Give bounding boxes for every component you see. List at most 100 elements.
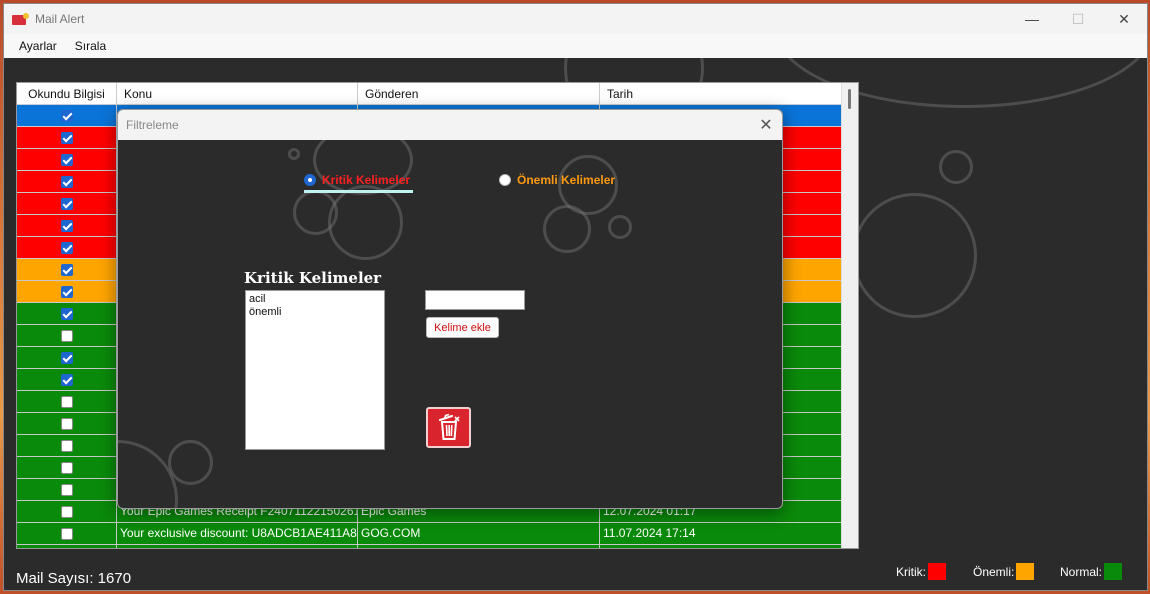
radio-important-words[interactable]: Önemli Kelimeler bbox=[499, 173, 615, 187]
read-checkbox[interactable] bbox=[60, 241, 73, 254]
trash-icon bbox=[438, 413, 460, 440]
read-checkbox-cell[interactable] bbox=[17, 479, 117, 500]
read-checkbox[interactable] bbox=[60, 219, 73, 232]
read-checkbox-cell[interactable] bbox=[17, 237, 117, 258]
background-circle bbox=[118, 440, 178, 508]
column-header-subject[interactable]: Konu bbox=[117, 83, 358, 105]
dialog-title: Filtreleme bbox=[126, 118, 179, 132]
legend-label: Kritik: bbox=[896, 564, 926, 579]
read-checkbox-cell[interactable] bbox=[17, 523, 117, 544]
date-cell[interactable]: 11.07.2024 17:14 bbox=[600, 523, 842, 544]
read-checkbox[interactable] bbox=[60, 417, 73, 430]
menu-sirala[interactable]: Sırala bbox=[66, 39, 115, 53]
read-checkbox[interactable] bbox=[60, 373, 73, 386]
read-checkbox[interactable] bbox=[60, 263, 73, 276]
keyword-list[interactable]: acil önemli bbox=[245, 290, 385, 450]
table-row[interactable]: Your exclusive discount: U8ADCB1AE411A8F… bbox=[17, 523, 842, 545]
read-checkbox-cell[interactable] bbox=[17, 391, 117, 412]
legend-critical: Kritik: bbox=[896, 563, 946, 580]
grid-scrollbar[interactable] bbox=[841, 83, 858, 548]
legend-swatch bbox=[1104, 563, 1123, 580]
selection-underline bbox=[304, 190, 413, 193]
read-checkbox[interactable] bbox=[60, 175, 73, 188]
background-circle bbox=[168, 440, 213, 485]
read-checkbox-cell[interactable] bbox=[17, 545, 117, 548]
radio-important-label: Önemli Kelimeler bbox=[517, 173, 616, 187]
date-cell[interactable] bbox=[600, 545, 842, 548]
read-checkbox-cell[interactable] bbox=[17, 347, 117, 368]
read-checkbox-cell[interactable] bbox=[17, 303, 117, 324]
section-title: Kritik Kelimeler bbox=[244, 269, 382, 287]
read-checkbox-cell[interactable] bbox=[17, 171, 117, 192]
background-circle bbox=[939, 150, 973, 184]
window-title: Mail Alert bbox=[35, 12, 85, 26]
keyword-input[interactable] bbox=[425, 290, 525, 310]
grid-header: Okundu Bilgisi Konu Gönderen Tarih bbox=[17, 83, 842, 105]
radio-critical-words[interactable]: Kritik Kelimeler bbox=[304, 173, 410, 187]
read-checkbox[interactable] bbox=[60, 197, 73, 210]
background-circle bbox=[608, 215, 632, 239]
read-checkbox-cell[interactable] bbox=[17, 501, 117, 522]
menu-bar: Ayarlar Sırala bbox=[4, 34, 1147, 58]
read-checkbox-cell[interactable] bbox=[17, 215, 117, 236]
background-circle bbox=[328, 185, 403, 260]
sender-cell[interactable]: GOG.COM bbox=[358, 523, 600, 544]
read-checkbox-cell[interactable] bbox=[17, 105, 117, 126]
legend-swatch bbox=[1016, 563, 1035, 580]
read-checkbox[interactable] bbox=[60, 483, 73, 496]
scrollbar-thumb[interactable] bbox=[848, 89, 851, 109]
read-checkbox[interactable] bbox=[60, 153, 73, 166]
maximize-button[interactable]: ☐ bbox=[1055, 4, 1101, 34]
sender-cell[interactable] bbox=[358, 545, 600, 548]
read-checkbox-cell[interactable] bbox=[17, 193, 117, 214]
add-keyword-button[interactable]: Kelime ekle bbox=[426, 317, 499, 338]
read-checkbox[interactable] bbox=[60, 439, 73, 452]
read-checkbox[interactable] bbox=[60, 461, 73, 474]
background-circle bbox=[852, 193, 977, 318]
column-header-sender[interactable]: Gönderen bbox=[358, 83, 600, 105]
read-checkbox-cell[interactable] bbox=[17, 369, 117, 390]
read-checkbox-cell[interactable] bbox=[17, 127, 117, 148]
read-checkbox[interactable] bbox=[60, 505, 73, 518]
read-checkbox[interactable] bbox=[60, 109, 73, 122]
list-item[interactable]: acil bbox=[249, 293, 381, 306]
radio-critical-label: Kritik Kelimeler bbox=[322, 173, 411, 187]
subject-cell[interactable]: Your exclusive discount: U8ADCB1AE411A8F… bbox=[117, 523, 358, 544]
read-checkbox-cell[interactable] bbox=[17, 149, 117, 170]
dialog-close-button[interactable]: ✕ bbox=[750, 110, 782, 140]
read-checkbox-cell[interactable] bbox=[17, 281, 117, 302]
radio-button-selected[interactable] bbox=[304, 174, 316, 186]
read-checkbox[interactable] bbox=[60, 395, 73, 408]
list-item[interactable]: önemli bbox=[249, 306, 381, 319]
legend-important: Önemli: bbox=[973, 563, 1035, 580]
close-button[interactable]: ✕ bbox=[1101, 4, 1147, 34]
dialog-body: Kritik Kelimeler Önemli Kelimeler Kritik… bbox=[118, 140, 782, 508]
read-checkbox-cell[interactable] bbox=[17, 413, 117, 434]
legend-normal: Normal: bbox=[1060, 563, 1123, 580]
background-circle bbox=[288, 148, 300, 160]
read-checkbox[interactable] bbox=[60, 307, 73, 320]
menu-ayarlar[interactable]: Ayarlar bbox=[10, 39, 66, 53]
column-header-read[interactable]: Okundu Bilgisi bbox=[17, 83, 117, 105]
table-row[interactable] bbox=[17, 545, 842, 548]
read-checkbox-cell[interactable] bbox=[17, 259, 117, 280]
mail-alert-icon bbox=[12, 12, 29, 26]
read-checkbox[interactable] bbox=[60, 351, 73, 364]
read-checkbox[interactable] bbox=[60, 527, 73, 540]
legend-swatch bbox=[928, 563, 946, 580]
delete-keyword-button[interactable] bbox=[426, 407, 471, 448]
read-checkbox-cell[interactable] bbox=[17, 435, 117, 456]
read-checkbox[interactable] bbox=[60, 131, 73, 144]
read-checkbox-cell[interactable] bbox=[17, 325, 117, 346]
column-header-date[interactable]: Tarih bbox=[600, 83, 842, 105]
read-checkbox[interactable] bbox=[60, 285, 73, 298]
minimize-button[interactable]: — bbox=[1009, 4, 1055, 34]
legend-label: Önemli: bbox=[973, 564, 1015, 579]
legend-label: Normal: bbox=[1060, 564, 1103, 579]
subject-cell[interactable] bbox=[117, 545, 358, 548]
mail-count: Mail Sayısı: 1670 bbox=[16, 570, 132, 587]
read-checkbox[interactable] bbox=[60, 329, 73, 342]
read-checkbox-cell[interactable] bbox=[17, 457, 117, 478]
dialog-title-bar: Filtreleme ✕ bbox=[118, 110, 782, 140]
radio-button-unselected[interactable] bbox=[499, 174, 511, 186]
